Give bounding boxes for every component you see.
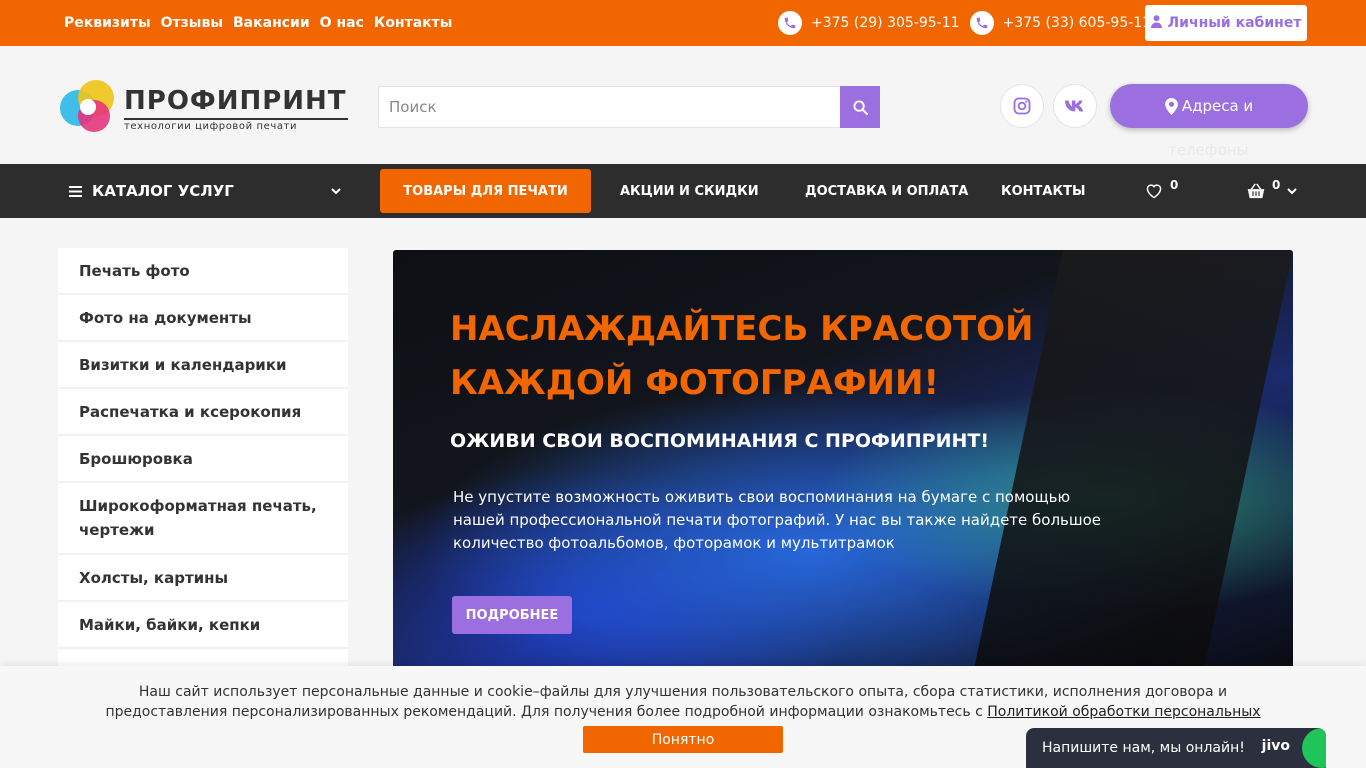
instagram-button[interactable] (1000, 84, 1044, 128)
heart-icon (1146, 184, 1162, 199)
nav-item-delivery[interactable]: ДОСТАВКА И ОПЛАТА (805, 164, 968, 218)
banner-headline: НАСЛАЖДАЙТЕСЬ КРАСОТОЙ КАЖДОЙ ФОТОГРАФИИ… (450, 309, 1034, 403)
sidebar-item-business-cards[interactable]: Визитки и календарики (58, 342, 348, 389)
phone-link-2[interactable]: +375 (33) 605-95-11 (969, 11, 1152, 35)
search-input[interactable] (378, 86, 841, 128)
sidebar-item-printing-copying[interactable]: Распечатка и ксерокопия (58, 389, 348, 436)
banner-more-button[interactable]: ПОДРОБНЕЕ (452, 596, 572, 634)
nav-item-print-goods[interactable]: ТОВАРЫ ДЛЯ ПЕЧАТИ (380, 169, 591, 213)
addresses-label: Адреса и (1181, 97, 1254, 115)
sidebar-item-wide-format[interactable]: Широкоформатная печать, чертежи (58, 483, 348, 555)
top-link-requisites[interactable]: Реквизиты (64, 15, 151, 31)
services-sidebar: Печать фото Фото на документы Визитки и … (58, 248, 348, 679)
phone-icon (969, 11, 994, 35)
banner-description: Не упустите возможность оживить свои вос… (453, 488, 1102, 552)
cabinet-label: Личный кабинет (1167, 15, 1302, 31)
vk-button[interactable] (1053, 84, 1097, 128)
chat-widget[interactable]: Напишите нам, мы онлайн! jivo (1026, 728, 1326, 768)
catalog-label: КАТАЛОГ УСЛУГ (92, 182, 234, 200)
addresses-button[interactable]: Адреса и (1110, 84, 1308, 128)
logo-subtitle: технологии цифровой печати (124, 121, 298, 132)
chat-label: Напишите нам, мы онлайн! (1042, 740, 1245, 756)
sidebar-item-photo-print[interactable]: Печать фото (58, 248, 348, 295)
chat-status-indicator (1302, 728, 1326, 768)
addresses-label-overflow: телефоны (1168, 141, 1249, 159)
basket-icon (1247, 183, 1265, 199)
logo-divider (124, 118, 348, 120)
nav-item-contacts[interactable]: КОНТАКТЫ (1001, 164, 1085, 218)
sidebar-item-canvas[interactable]: Холсты, картины (58, 555, 348, 602)
catalog-menu-toggle[interactable]: КАТАЛОГ УСЛУГ (69, 164, 341, 218)
logo-title: ПРОФИПРИНТ (124, 86, 347, 116)
wishlist-button[interactable] (1145, 164, 1163, 218)
logo[interactable]: ПРОФИПРИНТ технологии цифровой печати (58, 76, 350, 134)
map-pin-icon (1164, 97, 1178, 115)
personal-cabinet-button[interactable]: Личный кабинет (1145, 5, 1307, 41)
phone-number: +375 (33) 605-95-11 (1002, 15, 1152, 31)
main-nav: КАТАЛОГ УСЛУГ АКЦИИ И СКИДКИ ДОСТАВКА И … (0, 164, 1366, 218)
cart-count: 0 (1272, 178, 1281, 192)
cart-button[interactable] (1247, 164, 1265, 218)
phone-icon (778, 11, 802, 35)
user-icon (1150, 14, 1162, 32)
top-link-vacancies[interactable]: Вакансии (233, 15, 310, 31)
top-link-contacts[interactable]: Контакты (374, 15, 453, 31)
search-button[interactable] (840, 86, 880, 128)
chevron-down-icon (331, 187, 341, 194)
sidebar-item-apparel[interactable]: Майки, байки, кепки (58, 602, 348, 649)
phones: +375 (29) 305-95-11 +375 (33) 605-95-11 (778, 0, 1151, 46)
wishlist-count: 0 (1170, 178, 1179, 192)
top-bar: Реквизиты Отзывы Вакансии О нас Контакты… (0, 0, 1366, 46)
cookie-accept-button[interactable]: Понятно (583, 726, 783, 753)
banner-subheadline: ОЖИВИ СВОИ ВОСПОМИНАНИЯ С ПРОФИПРИНТ! (450, 430, 990, 452)
logo-mark-icon (60, 80, 114, 132)
search-icon (852, 99, 868, 115)
jivo-logo: jivo (1261, 738, 1290, 754)
top-link-reviews[interactable]: Отзывы (161, 15, 223, 31)
menu-icon (69, 185, 82, 197)
phone-link-1[interactable]: +375 (29) 305-95-11 (778, 11, 960, 35)
sidebar-item-binding[interactable]: Брошюровка (58, 436, 348, 483)
vk-icon (1064, 100, 1084, 112)
phone-number: +375 (29) 305-95-11 (811, 15, 960, 31)
nav-item-promotions[interactable]: АКЦИИ И СКИДКИ (620, 164, 759, 218)
top-link-about[interactable]: О нас (320, 15, 364, 31)
chevron-down-icon[interactable] (1287, 188, 1297, 195)
top-links: Реквизиты Отзывы Вакансии О нас Контакты (64, 0, 452, 46)
instagram-icon (1013, 97, 1031, 115)
hero-banner[interactable]: НАСЛАЖДАЙТЕСЬ КРАСОТОЙ КАЖДОЙ ФОТОГРАФИИ… (393, 250, 1293, 670)
sidebar-item-document-photo[interactable]: Фото на документы (58, 295, 348, 342)
